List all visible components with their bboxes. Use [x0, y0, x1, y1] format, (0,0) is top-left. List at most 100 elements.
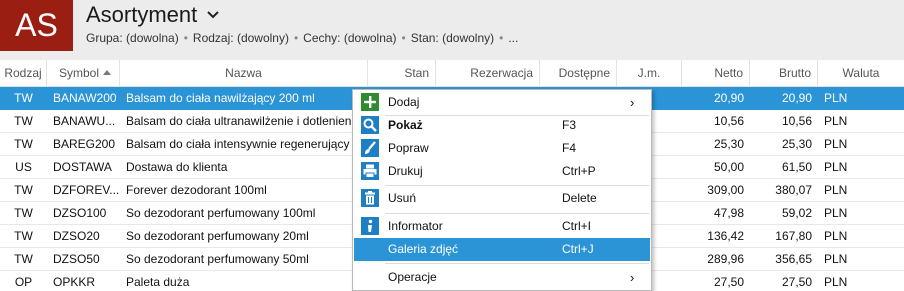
cell-symbol: OPKKR: [53, 275, 96, 289]
cell-netto: 50,00: [713, 160, 744, 174]
menu-divider: [385, 213, 649, 214]
cell-brutto: 61,50: [781, 160, 812, 174]
assortment-window: AS Asortyment Grupa: (dowolna) • Rodzaj: (…: [0, 0, 904, 291]
menu-item-galeria[interactable]: Galeria zdjęć Ctrl+J: [354, 238, 650, 261]
cell-brutto: 59,02: [781, 206, 812, 220]
table-header: Rodzaj Symbol Nazwa Stan Rezerwacja Dost…: [0, 60, 904, 87]
menu-divider: [385, 185, 649, 186]
cell-waluta: PLN: [824, 114, 848, 128]
cell-brutto: 167,80: [775, 229, 812, 243]
filter-separator: •: [401, 31, 406, 45]
cell-netto: 10,56: [713, 114, 744, 128]
cell-brutto: 380,07: [775, 183, 812, 197]
cell-rodzaj: US: [15, 160, 32, 174]
filter-more[interactable]: ...: [508, 31, 518, 45]
filter-separator: •: [499, 31, 504, 45]
menu-item-drukuj-shortcut: Ctrl+P: [562, 164, 596, 178]
menu-item-popraw[interactable]: Popraw F4: [354, 137, 650, 160]
cell-symbol: DZSO50: [53, 252, 100, 266]
menu-item-usun[interactable]: Usuń Delete: [354, 187, 650, 210]
cell-brutto: 27,50: [781, 275, 812, 289]
cell-symbol: BAREG200: [53, 137, 116, 151]
plus-icon: [361, 93, 379, 111]
cell-brutto: 20,90: [781, 91, 812, 105]
menu-item-drukuj[interactable]: Drukuj Ctrl+P: [354, 160, 650, 183]
column-header-symbol-label: Symbol: [59, 66, 100, 80]
brush-icon: [361, 139, 379, 157]
cell-rodzaj: TW: [14, 252, 33, 266]
cell-netto: 25,30: [713, 137, 744, 151]
magnifier-icon: [361, 116, 379, 134]
cell-nazwa: Balsam do ciała intensywnie regenerujący…: [126, 137, 368, 151]
cell-nazwa: Balsam do ciała nawilżający 200 ml: [126, 91, 315, 105]
menu-item-popraw-shortcut: F4: [562, 141, 577, 155]
module-logo: AS: [0, 0, 73, 51]
cell-nazwa: So dezodorant perfumowany 100ml: [126, 206, 316, 220]
filter-features[interactable]: Cechy: (dowolna): [303, 31, 396, 45]
cell-rodzaj: TW: [14, 229, 33, 243]
menu-item-usun-shortcut: Delete: [562, 191, 597, 205]
column-header-stan[interactable]: Stan: [368, 60, 436, 87]
cell-netto: 47,98: [713, 206, 744, 220]
column-header-dostepne[interactable]: Dostępne: [540, 60, 617, 87]
menu-item-informator[interactable]: Informator Ctrl+I: [354, 215, 650, 238]
cell-symbol: DZSO20: [53, 229, 100, 243]
column-header-brutto[interactable]: Brutto: [750, 60, 818, 87]
cell-waluta: PLN: [824, 206, 848, 220]
sort-ascending-icon: [103, 70, 112, 76]
submenu-arrow-icon: ›: [630, 270, 635, 285]
filter-stock[interactable]: Stan: (dowolny): [411, 31, 494, 45]
menu-item-informator-label: Informator: [388, 219, 443, 233]
column-header-netto[interactable]: Netto: [682, 60, 750, 87]
cell-netto: 27,50: [713, 275, 744, 289]
cell-rodzaj: TW: [14, 114, 33, 128]
menu-item-popraw-label: Popraw: [388, 141, 429, 155]
filter-group[interactable]: Grupa: (dowolna): [86, 31, 179, 45]
cell-waluta: PLN: [824, 275, 848, 289]
column-header-waluta[interactable]: Waluta: [818, 60, 904, 87]
cell-netto: 309,00: [707, 183, 744, 197]
column-header-jm[interactable]: J.m.: [617, 60, 682, 87]
filter-separator: •: [183, 31, 188, 45]
cell-nazwa: Balsam do ciała ultranawilżenie i dotlen…: [126, 114, 361, 128]
cell-rodzaj: TW: [14, 91, 33, 105]
column-header-rodzaj[interactable]: Rodzaj: [0, 60, 47, 87]
column-header-rezerwacja[interactable]: Rezerwacja: [436, 60, 540, 87]
menu-item-pokaz-label: Pokaż: [388, 118, 423, 132]
menu-item-operacje[interactable]: Operacje ›: [354, 266, 650, 289]
cell-rodzaj: TW: [14, 137, 33, 151]
module-header: AS Asortyment Grupa: (dowolna) • Rodzaj: (…: [0, 0, 904, 60]
cell-nazwa: So dezodorant perfumowany 20ml: [126, 229, 309, 243]
module-title[interactable]: Asortyment: [86, 2, 197, 28]
menu-item-pokaz[interactable]: Pokaż F3: [354, 114, 650, 137]
chevron-down-icon[interactable]: [206, 10, 220, 20]
cell-waluta: PLN: [824, 137, 848, 151]
menu-item-galeria-shortcut: Ctrl+J: [562, 242, 594, 256]
cell-rodzaj: OP: [14, 275, 33, 289]
trash-icon: [361, 189, 379, 207]
menu-item-dodaj-label: Dodaj: [388, 95, 420, 109]
info-icon: [361, 217, 379, 235]
cell-nazwa: Paleta duża: [126, 275, 190, 289]
cell-netto: 20,90: [713, 91, 744, 105]
cell-symbol: DZSO100: [53, 206, 107, 220]
column-header-nazwa[interactable]: Nazwa: [120, 60, 368, 87]
menu-item-pokaz-shortcut: F3: [562, 118, 577, 132]
filter-type[interactable]: Rodzaj: (dowolny): [193, 31, 289, 45]
cell-waluta: PLN: [824, 160, 848, 174]
filter-bar[interactable]: Grupa: (dowolna) • Rodzaj: (dowolny) • Cechy…: [86, 31, 518, 45]
column-header-symbol[interactable]: Symbol: [47, 60, 120, 87]
menu-item-galeria-label: Galeria zdjęć: [388, 242, 459, 256]
menu-item-usun-label: Usuń: [388, 191, 417, 205]
cell-brutto: 25,30: [781, 137, 812, 151]
menu-item-dodaj[interactable]: Dodaj ›: [354, 91, 650, 114]
cell-waluta: PLN: [824, 183, 848, 197]
cell-waluta: PLN: [824, 229, 848, 243]
cell-waluta: PLN: [824, 252, 848, 266]
cell-nazwa: So dezodorant perfumowany 50ml: [126, 252, 309, 266]
menu-item-operacje-label: Operacje: [388, 270, 437, 284]
cell-symbol: DZFOREV...: [53, 183, 120, 197]
filter-separator: •: [293, 31, 299, 45]
menu-item-drukuj-label: Drukuj: [388, 164, 423, 178]
cell-symbol: BANAWU...: [53, 114, 116, 128]
